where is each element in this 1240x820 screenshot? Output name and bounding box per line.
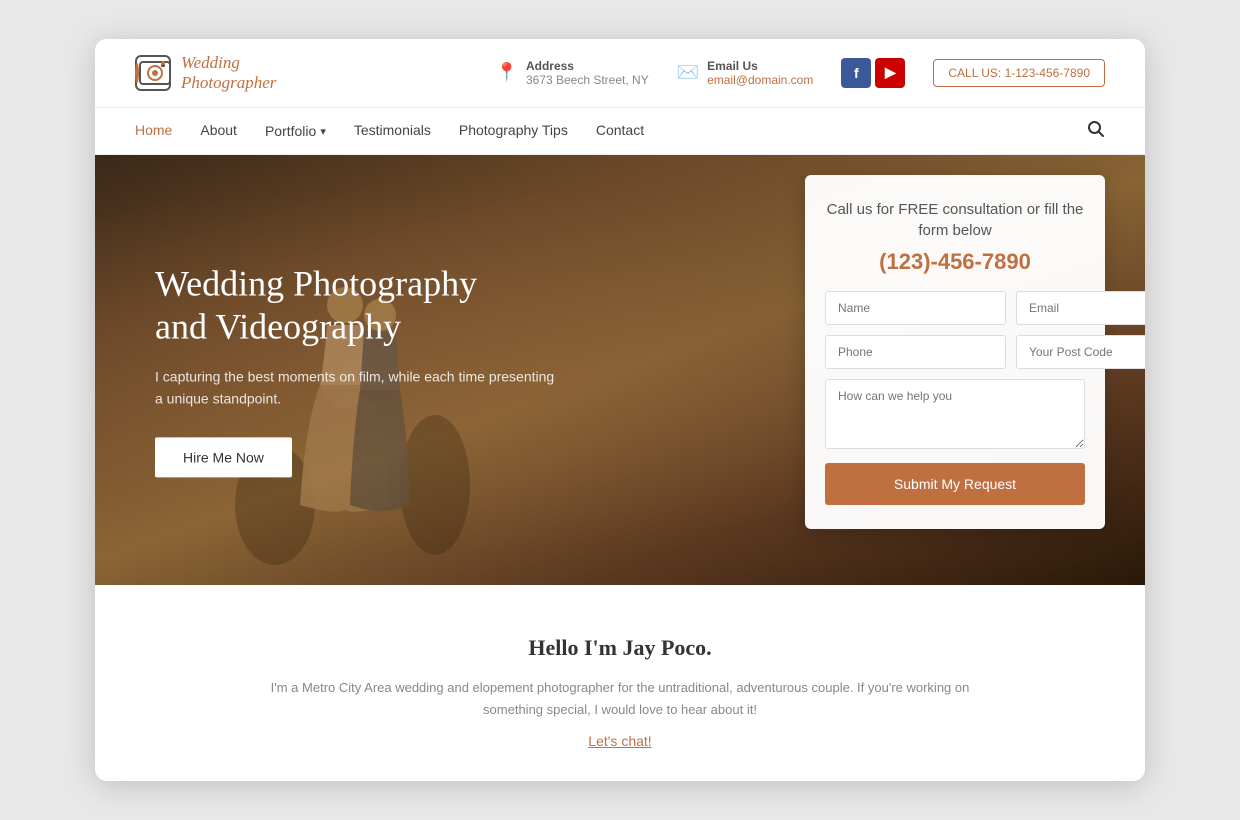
hire-button[interactable]: Hire Me Now	[155, 438, 292, 478]
call-button[interactable]: CALL US: 1-123-456-7890	[933, 59, 1105, 87]
site-header: Wedding Photographer 📍 Address 3673 Beec…	[95, 39, 1145, 109]
youtube-icon[interactable]: ▶	[875, 58, 905, 88]
name-input[interactable]	[825, 291, 1006, 325]
about-section: Hello I'm Jay Poco. I'm a Metro City Are…	[95, 585, 1145, 781]
nav-links: Home About Portfolio Testimonials Photog…	[135, 108, 644, 154]
phone-input[interactable]	[825, 335, 1006, 369]
form-row-name-email	[825, 291, 1085, 325]
location-icon: 📍	[496, 62, 518, 83]
form-row-phone-postcode	[825, 335, 1085, 369]
nav-item-home[interactable]: Home	[135, 122, 172, 140]
card-heading: Call us for FREE consultation or fill th…	[825, 199, 1085, 241]
about-text: I'm a Metro City Area wedding and elopem…	[270, 677, 970, 721]
contact-card: Call us for FREE consultation or fill th…	[805, 175, 1105, 529]
nav-item-about[interactable]: About	[200, 122, 237, 140]
nav-item-photography-tips[interactable]: Photography Tips	[459, 122, 568, 140]
logo: Wedding Photographer	[135, 53, 276, 94]
email-link[interactable]: email@domain.com	[707, 73, 813, 87]
hero-subtitle: I capturing the best moments on film, wh…	[155, 365, 555, 410]
hero-content: Wedding Photography and Videography I ca…	[155, 263, 555, 478]
nav-item-testimonials[interactable]: Testimonials	[354, 122, 431, 140]
about-title: Hello I'm Jay Poco.	[135, 635, 1105, 661]
postcode-input[interactable]	[1016, 335, 1145, 369]
logo-text: Wedding Photographer	[181, 53, 276, 94]
header-info: 📍 Address 3673 Beech Street, NY ✉️ Email…	[496, 58, 1105, 88]
about-link[interactable]: Let's chat!	[588, 733, 651, 749]
address-info: 📍 Address 3673 Beech Street, NY	[496, 59, 649, 87]
card-phone: (123)-456-7890	[825, 249, 1085, 275]
hero-title: Wedding Photography and Videography	[155, 263, 555, 349]
submit-button[interactable]: Submit My Request	[825, 463, 1085, 505]
nav-item-portfolio[interactable]: Portfolio	[265, 122, 326, 140]
hero-section: Wedding Photography and Videography I ca…	[95, 155, 1145, 585]
contact-form: Submit My Request	[825, 291, 1085, 505]
facebook-icon[interactable]: f	[841, 58, 871, 88]
browser-window: Wedding Photographer 📍 Address 3673 Beec…	[95, 39, 1145, 782]
email-icon: ✉️	[677, 62, 699, 83]
logo-icon	[135, 55, 171, 91]
main-nav: Home About Portfolio Testimonials Photog…	[95, 108, 1145, 155]
message-textarea[interactable]	[825, 379, 1085, 449]
email-text: Email Us email@domain.com	[707, 59, 813, 87]
nav-item-contact[interactable]: Contact	[596, 122, 644, 140]
search-icon[interactable]	[1087, 120, 1105, 143]
address-text: Address 3673 Beech Street, NY	[526, 59, 649, 87]
email-input[interactable]	[1016, 291, 1145, 325]
email-info: ✉️ Email Us email@domain.com	[677, 59, 814, 87]
social-icons: f ▶	[841, 58, 905, 88]
